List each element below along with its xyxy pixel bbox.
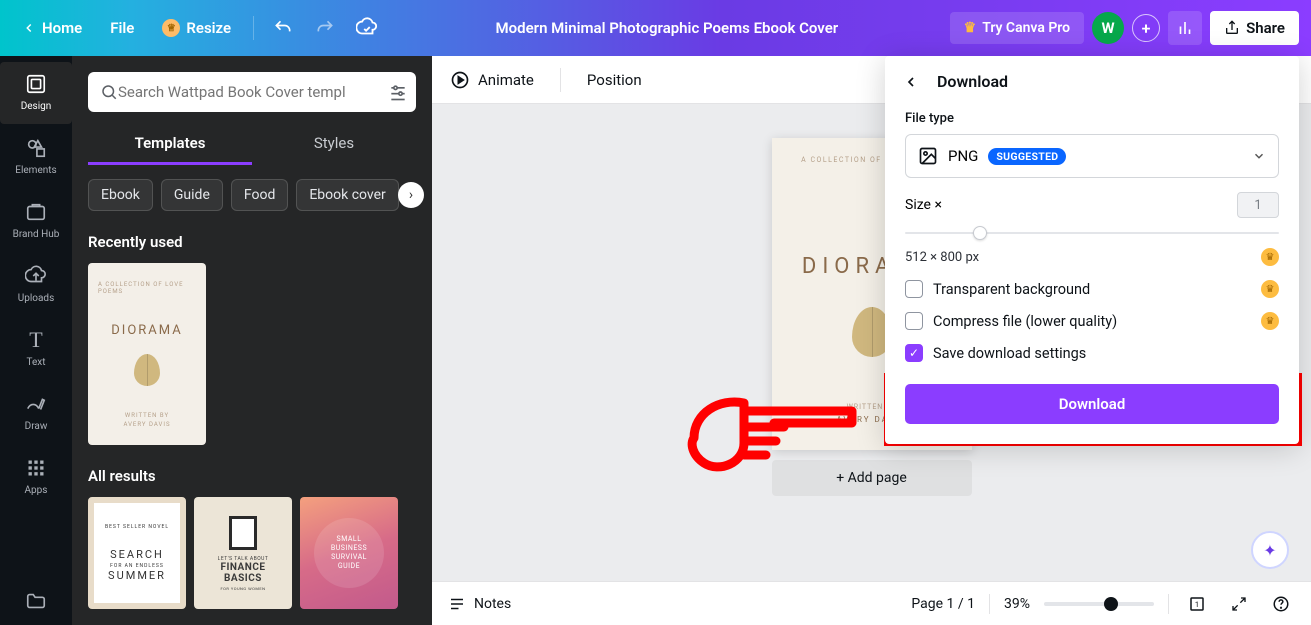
rail-draw[interactable]: Draw <box>0 382 72 444</box>
fullscreen-button[interactable] <box>1225 590 1253 618</box>
compress-checkbox[interactable] <box>905 312 923 330</box>
search-icon <box>100 83 118 101</box>
polaroid-icon <box>229 516 257 550</box>
panel-tabs: Templates Styles <box>88 126 416 165</box>
leaf-icon <box>134 354 160 386</box>
dimensions-text: 512 × 800 px <box>905 250 979 265</box>
template-thumb-3[interactable]: SMALL BUSINESS SURVIVAL GUIDE <box>300 497 398 609</box>
compress-label: Compress file (lower quality) <box>933 313 1251 330</box>
save-settings-label: Save download settings <box>933 345 1086 362</box>
chevron-left-icon <box>22 21 36 35</box>
zoom-value[interactable]: 39% <box>1004 596 1030 612</box>
resize-button[interactable]: ♕ Resize <box>152 13 241 43</box>
brandhub-icon <box>24 200 48 224</box>
assistant-button[interactable]: ✦ <box>1251 531 1289 569</box>
undo-button[interactable] <box>266 11 300 45</box>
file-type-label: File type <box>905 111 1279 126</box>
left-rail: Design Elements Brand Hub Uploads T Text… <box>0 56 72 625</box>
file-type-select[interactable]: PNG SUGGESTED <box>905 134 1279 178</box>
draw-icon <box>24 392 48 416</box>
tab-styles[interactable]: Styles <box>252 126 416 165</box>
size-input[interactable] <box>1237 192 1279 218</box>
text-icon: T <box>24 328 48 352</box>
template-thumb-2[interactable]: LET'S TALK ABOUT FINANCE BASICS FOR YOUN… <box>194 497 292 609</box>
back-button[interactable] <box>903 74 919 90</box>
crown-icon: ♛ <box>1261 312 1279 330</box>
cloud-sync-icon[interactable] <box>350 11 384 45</box>
template-thumb-diorama[interactable]: A COLLECTION OF LOVE POEMS DIORAMA WRITT… <box>88 263 206 445</box>
transparent-label: Transparent background <box>933 281 1251 298</box>
rail-uploads[interactable]: Uploads <box>0 254 72 316</box>
chip-ebook[interactable]: Ebook <box>88 179 153 211</box>
folder-icon <box>24 589 48 613</box>
filter-chips: Ebook Guide Food Ebook cover › <box>88 179 416 211</box>
chip-food[interactable]: Food <box>231 179 288 211</box>
rail-folder[interactable] <box>0 579 72 625</box>
position-button[interactable]: Position <box>587 71 642 89</box>
filter-icon[interactable] <box>388 82 408 102</box>
redo-button[interactable] <box>308 11 342 45</box>
download-popover: Download File type PNG SUGGESTED Size × … <box>885 56 1299 444</box>
home-button[interactable]: Home <box>12 13 92 43</box>
divider <box>253 16 254 40</box>
insights-button[interactable] <box>1168 11 1202 45</box>
page-counter[interactable]: Page 1 / 1 <box>911 596 975 612</box>
crown-icon: ♛ <box>1261 248 1279 266</box>
uploads-icon <box>24 264 48 288</box>
page-view-button[interactable]: 1 <box>1183 590 1211 618</box>
search-field[interactable] <box>88 72 416 112</box>
chevron-down-icon <box>1252 149 1266 163</box>
elements-icon <box>24 136 48 160</box>
crown-icon: ♛ <box>1261 280 1279 298</box>
rail-elements[interactable]: Elements <box>0 126 72 188</box>
search-input[interactable] <box>118 83 388 101</box>
design-panel: Templates Styles Ebook Guide Food Ebook … <box>72 56 432 625</box>
section-all-results: All results <box>88 467 416 485</box>
download-button[interactable]: Download <box>905 384 1279 424</box>
divider <box>560 68 561 92</box>
save-settings-checkbox[interactable]: ✓ <box>905 344 923 362</box>
size-slider[interactable] <box>905 224 1279 242</box>
document-title[interactable]: Modern Minimal Photographic Poems Ebook … <box>392 19 942 37</box>
file-type-value: PNG <box>948 147 978 165</box>
rail-apps[interactable]: Apps <box>0 446 72 508</box>
file-menu[interactable]: File <box>100 13 144 43</box>
section-recently-used: Recently used <box>88 233 416 251</box>
top-bar: Home File ♕ Resize Modern Minimal Photog… <box>0 0 1311 56</box>
bottom-bar: Notes Page 1 / 1 39% 1 <box>432 581 1311 625</box>
template-thumb-1[interactable]: BEST SELLER NOVEL SEARCH FOR AN ENDLESS … <box>88 497 186 609</box>
transparent-checkbox[interactable] <box>905 280 923 298</box>
rail-brandhub[interactable]: Brand Hub <box>0 190 72 252</box>
crown-icon: ♕ <box>162 19 180 37</box>
zoom-slider[interactable] <box>1044 602 1154 606</box>
try-pro-button[interactable]: ♛ Try Canva Pro <box>950 12 1084 44</box>
home-label: Home <box>42 19 82 37</box>
chip-guide[interactable]: Guide <box>161 179 223 211</box>
add-page-button[interactable]: + Add page <box>772 460 972 496</box>
tab-templates[interactable]: Templates <box>88 126 252 165</box>
rail-design[interactable]: Design <box>0 62 72 124</box>
design-icon <box>24 72 48 96</box>
share-button[interactable]: Share <box>1210 11 1299 45</box>
animate-button[interactable]: Animate <box>450 70 534 90</box>
rail-text[interactable]: T Text <box>0 318 72 380</box>
crown-icon: ♛ <box>964 20 977 36</box>
help-button[interactable] <box>1267 590 1295 618</box>
notes-button[interactable]: Notes <box>448 595 511 613</box>
chip-ebook-cover[interactable]: Ebook cover <box>296 179 398 211</box>
animate-icon <box>450 70 470 90</box>
suggested-badge: SUGGESTED <box>988 148 1066 165</box>
apps-icon <box>24 456 48 480</box>
add-member-button[interactable]: + <box>1132 14 1160 42</box>
popover-title: Download <box>937 72 1008 91</box>
avatar[interactable]: W <box>1092 12 1124 44</box>
image-icon <box>918 146 938 166</box>
chips-scroll-right[interactable]: › <box>398 182 424 208</box>
size-label: Size × <box>905 197 942 213</box>
svg-text:1: 1 <box>1195 600 1199 609</box>
